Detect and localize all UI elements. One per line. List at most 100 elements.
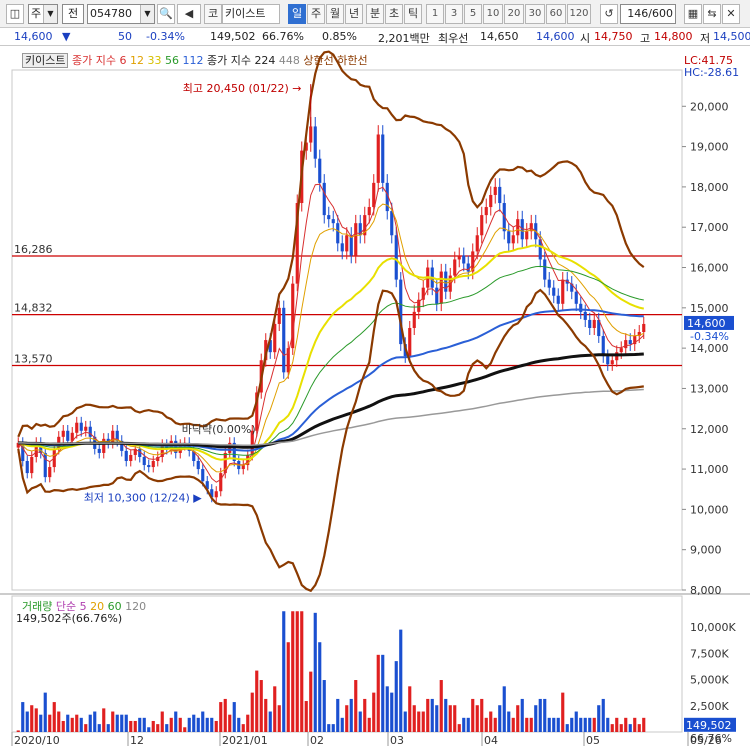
period-tick-button[interactable]: 틱	[404, 4, 422, 24]
code-value: 054780	[90, 7, 132, 20]
volume-bar	[25, 711, 29, 732]
candle-body	[282, 307, 286, 373]
exchange-button[interactable]: 코	[204, 4, 222, 24]
category-select[interactable]: 전	[62, 4, 84, 24]
count-input[interactable]: 146/600	[620, 4, 676, 24]
period-month-button[interactable]: 월	[326, 4, 344, 24]
x-tick-label: 2021/01	[222, 734, 268, 747]
volume-bar	[430, 698, 434, 732]
volume-bar	[66, 714, 70, 732]
volume-y-tick-label: 5,000K	[690, 674, 729, 687]
candle-body	[408, 327, 412, 357]
volume-bar	[336, 698, 340, 732]
legend-item: 상한선	[299, 54, 334, 67]
volume-bar	[453, 705, 457, 732]
volume-bar	[304, 701, 308, 732]
candle-body	[88, 426, 92, 437]
period-week-button[interactable]: 주	[307, 4, 325, 24]
volume-bar	[34, 708, 38, 732]
chart-background	[0, 46, 750, 750]
swap-icon[interactable]: ⇆	[703, 4, 721, 24]
volume-bar	[142, 717, 146, 732]
reference-line-label: 14,832	[14, 302, 53, 315]
volume-bar	[439, 680, 443, 732]
candle-body	[219, 473, 223, 492]
period-minute-button[interactable]: 분	[366, 4, 384, 24]
y-tick-label: 16,000	[690, 262, 729, 275]
volume-bar	[376, 654, 380, 732]
volume-bar	[493, 717, 497, 732]
price-chart[interactable]: 20,000 19,000 18,000 17,000 16,000 15,000 14,0…	[0, 46, 750, 750]
volume-bar	[111, 711, 115, 732]
high-annotation: 최고 20,450 (01/22) →	[183, 82, 302, 95]
candle-body	[111, 430, 115, 443]
interval-1-button[interactable]: 1	[426, 4, 444, 24]
candle-body	[331, 219, 335, 224]
candle-body	[151, 461, 155, 468]
speaker-icon[interactable]: ◀	[177, 4, 201, 24]
reset-icon[interactable]: ↺	[600, 4, 618, 24]
interval-20-button[interactable]: 20	[504, 4, 524, 24]
chevron-down-icon: ▼	[43, 5, 57, 23]
grid-icon[interactable]: ▦	[684, 4, 702, 24]
mode-select[interactable]: 주 ▼	[28, 4, 58, 24]
chart-icon[interactable]: ◫	[6, 4, 24, 24]
interval-120-button[interactable]: 120	[567, 4, 591, 24]
legend-item: 120	[121, 600, 147, 613]
volume-bar	[394, 661, 398, 732]
legend-item: 종가 지수 6	[71, 54, 127, 67]
candle-body	[147, 465, 151, 468]
volume-bar	[448, 705, 452, 732]
x-tick-label: 04	[484, 734, 498, 747]
interval-5-button[interactable]: 5	[464, 4, 482, 24]
candle-body	[214, 491, 218, 498]
candle-body	[435, 287, 439, 304]
volume-bar	[43, 692, 47, 732]
volume-bar	[16, 730, 20, 732]
x-tick-label: 02	[310, 734, 324, 747]
last-volume-ratio: 66.76%	[690, 732, 732, 745]
candle-body	[367, 207, 371, 216]
interval-3-button[interactable]: 3	[445, 4, 463, 24]
period-second-button[interactable]: 초	[385, 4, 403, 24]
volume-bar	[624, 717, 628, 732]
candle-body	[25, 461, 29, 474]
volume-bar	[52, 702, 56, 732]
candle-body	[579, 303, 583, 312]
period-year-button[interactable]: 년	[345, 4, 363, 24]
candle-body	[241, 465, 245, 470]
search-icon[interactable]: 🔍	[157, 4, 175, 24]
candle-body	[489, 194, 493, 208]
volume-bar	[295, 611, 299, 732]
volume-bar	[84, 724, 88, 732]
close-icon[interactable]: ✕	[722, 4, 740, 24]
x-tick-label: 05	[586, 734, 600, 747]
period-day-button[interactable]: 일	[288, 4, 306, 24]
candle-body	[583, 311, 587, 320]
interval-30-button[interactable]: 30	[525, 4, 545, 24]
volume-bar	[606, 717, 610, 732]
candle-body	[381, 134, 385, 183]
candle-body	[619, 348, 623, 353]
volume-bar	[601, 698, 605, 732]
candle-body	[327, 215, 331, 220]
volume-bar	[178, 717, 182, 732]
volume-bar	[93, 711, 97, 732]
volume-bar	[160, 711, 164, 732]
candle-body	[516, 219, 520, 236]
volume-bar	[264, 698, 268, 732]
interval-10-button[interactable]: 10	[483, 4, 503, 24]
candle-body	[354, 223, 358, 256]
volume-bar	[210, 717, 214, 732]
candle-body	[43, 452, 47, 478]
y-tick-label: 14,000	[690, 342, 729, 355]
candle-body	[412, 311, 416, 328]
chevron-down-icon: ▼	[140, 5, 154, 23]
volume-bar	[471, 698, 475, 732]
candle-body	[547, 279, 551, 288]
code-input[interactable]: 054780 ▼	[87, 4, 155, 24]
volume-bar	[309, 671, 313, 732]
volume-bar	[354, 680, 358, 732]
volume-bar	[250, 692, 254, 732]
interval-60-button[interactable]: 60	[546, 4, 566, 24]
